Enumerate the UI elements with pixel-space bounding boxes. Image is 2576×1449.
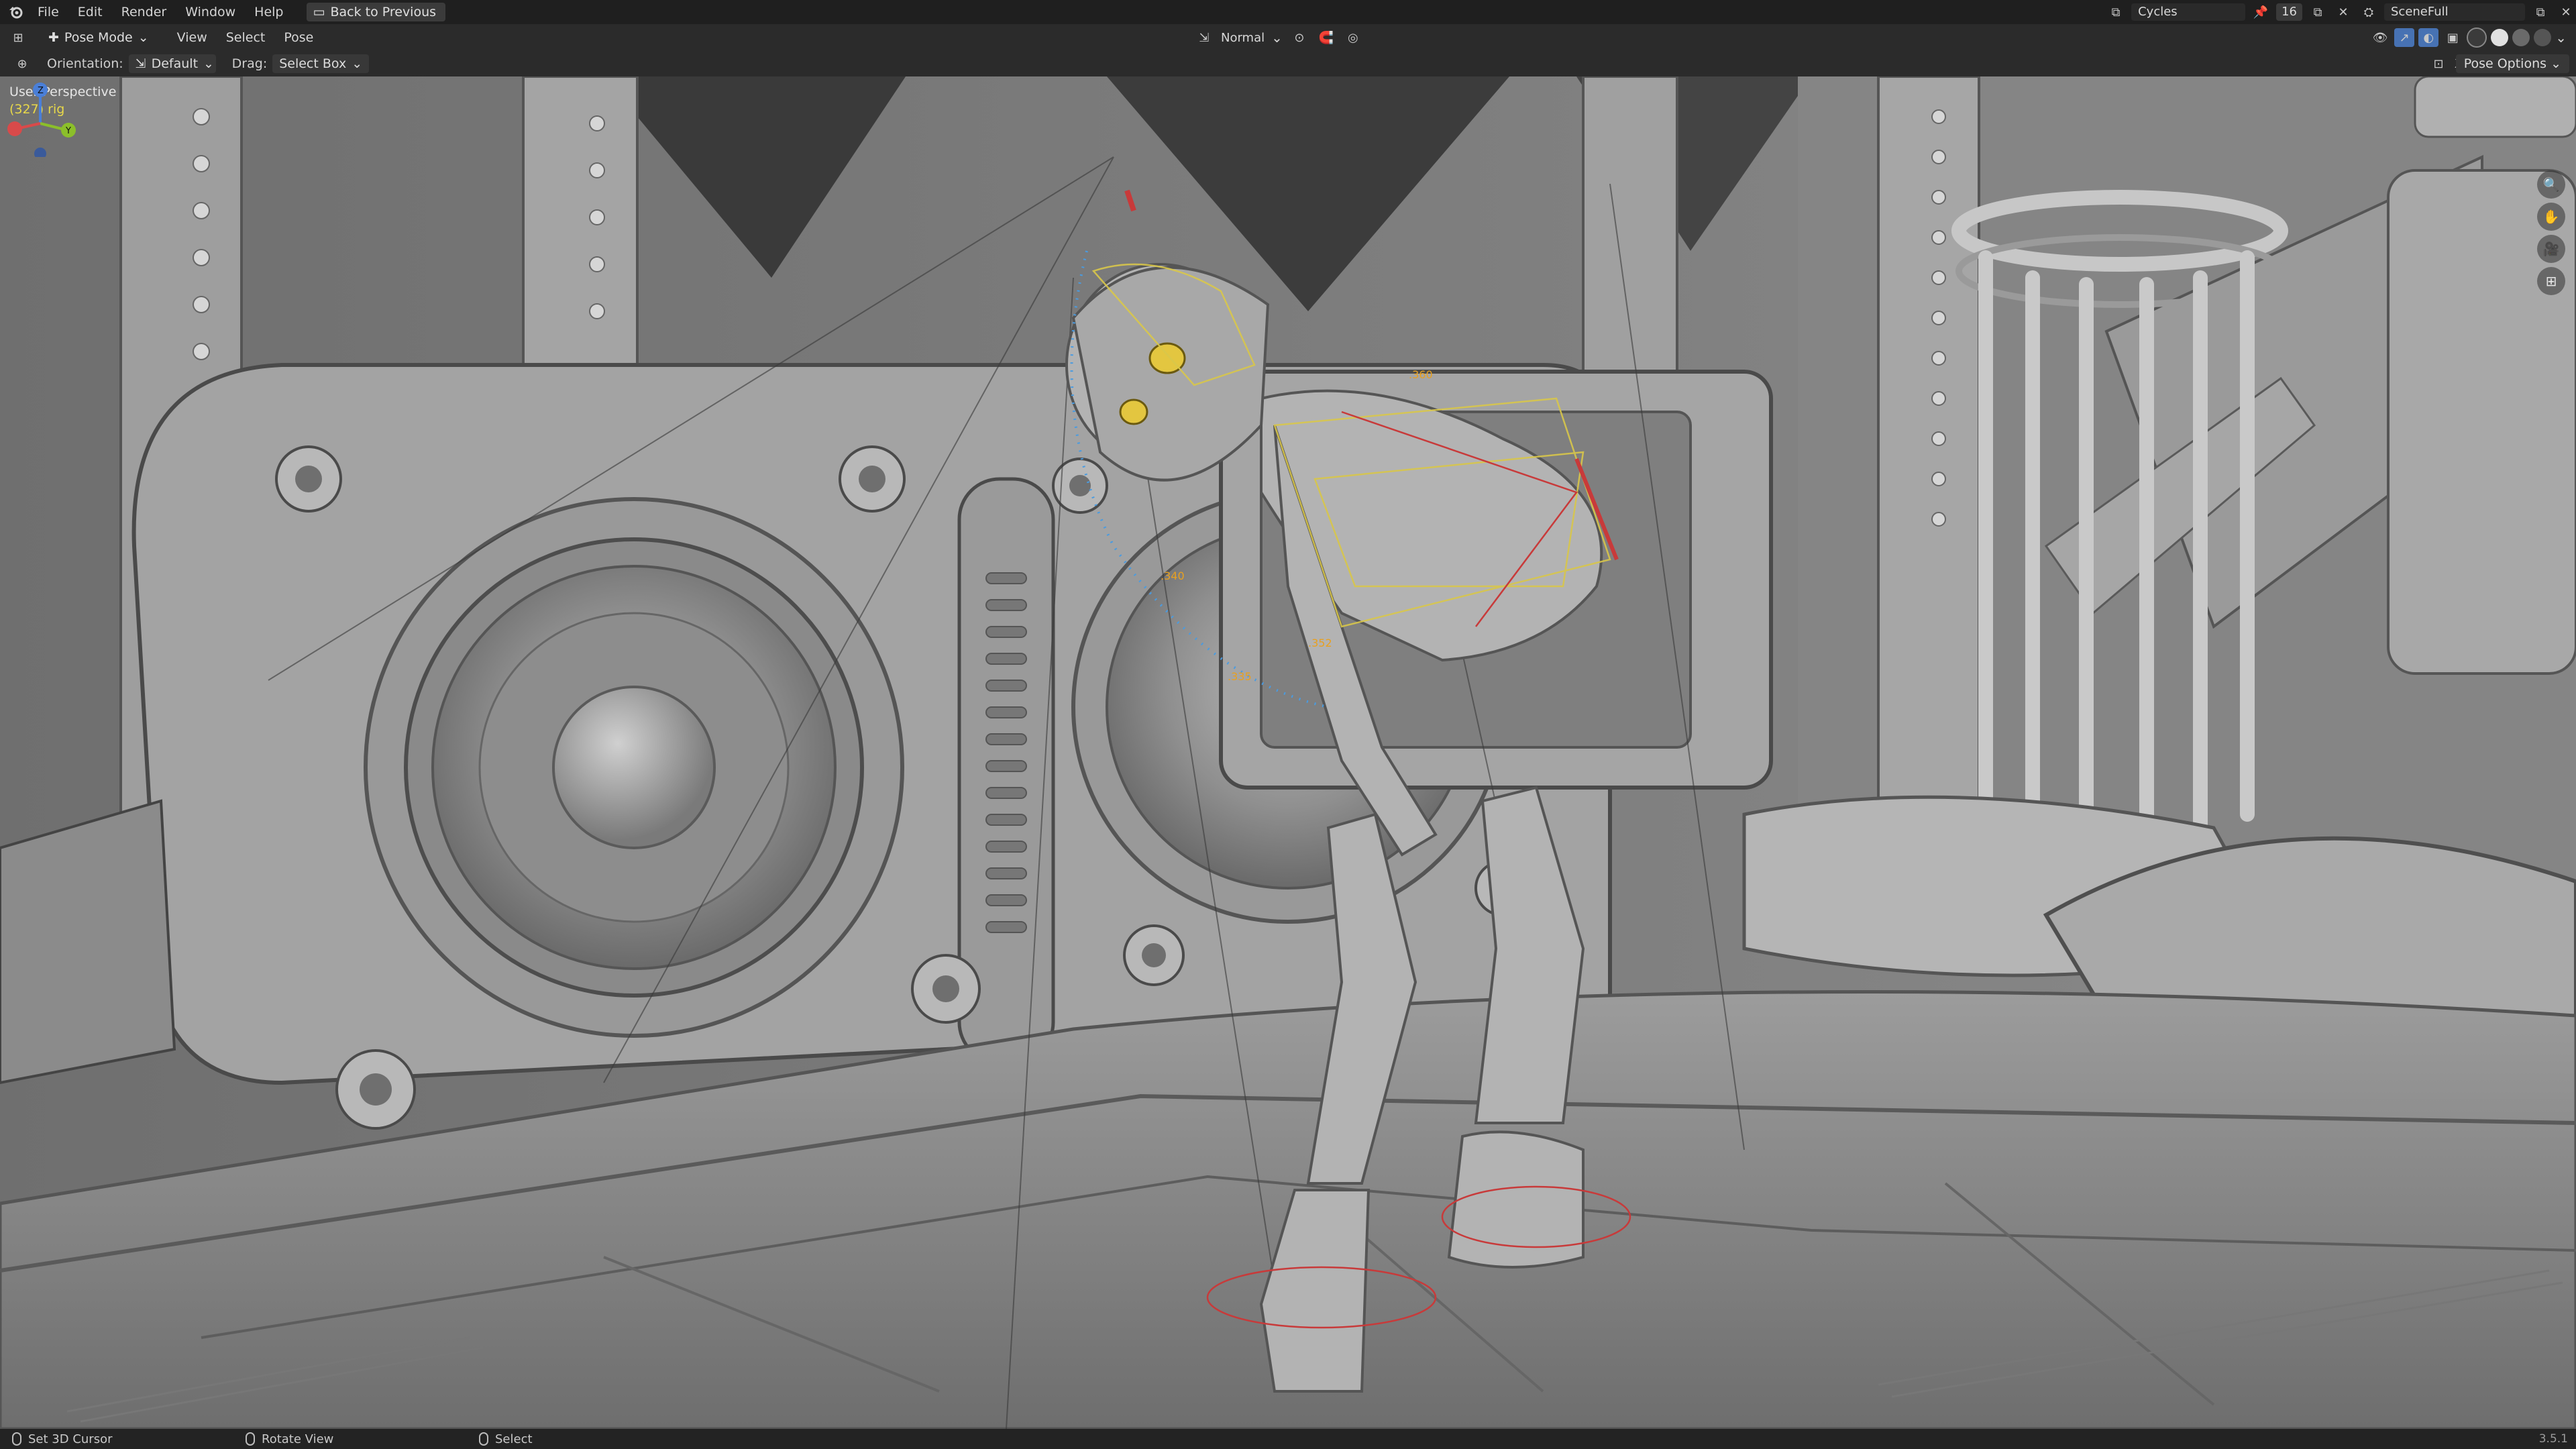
pan-icon[interactable]: ✋ [2537, 203, 2565, 231]
blender-logo-icon[interactable] [4, 0, 28, 24]
viewport-shading-rendered-icon[interactable] [2534, 29, 2552, 46]
top-bar: File Edit Render Window Help ▭ Back to P… [0, 0, 2576, 24]
transform-orientation-icon[interactable]: ⇲ [1194, 28, 1214, 47]
svg-text:.335: .335 [1228, 670, 1252, 683]
mouse-right-icon [479, 1432, 488, 1446]
camera-icon[interactable]: 🎥 [2537, 235, 2565, 263]
svg-text:.352: .352 [1308, 637, 1332, 649]
chevron-down-icon: ⌄ [1271, 30, 1283, 46]
tool-icon[interactable]: ⊕ [12, 54, 32, 73]
menu-view[interactable]: View [168, 30, 217, 45]
nav-gizmo[interactable]: Z Y [0, 76, 80, 157]
visibility-icon[interactable]: 👁 [2370, 28, 2390, 47]
close-icon[interactable]: ✕ [2333, 3, 2353, 21]
chevron-down-icon: ⌄ [352, 56, 363, 71]
3d-viewport[interactable]: .340.335.352.360 User Perspective (327) … [0, 76, 2576, 1429]
tool-settings-toggle-icon[interactable]: ⊡ [2428, 54, 2449, 73]
viewport-shading-wireframe-icon[interactable] [2467, 28, 2487, 48]
menu-select[interactable]: Select [217, 30, 275, 45]
viewport-shading-solid-icon[interactable] [2491, 29, 2509, 46]
drag-value: Select Box [279, 56, 347, 71]
drag-dropdown[interactable]: Select Box ⌄ [272, 54, 370, 73]
chevron-down-icon: ⌄ [203, 56, 214, 71]
new-scene-icon[interactable]: ⧉ [2530, 3, 2551, 21]
delete-scene-icon[interactable]: ✕ [2556, 3, 2576, 21]
xray-icon[interactable]: ▣ [2443, 28, 2463, 47]
transform-pivot-icon[interactable]: ⊙ [1289, 28, 1309, 47]
back-to-previous-label: Back to Previous [330, 5, 437, 19]
scene-icon[interactable]: ⛭ [2359, 3, 2379, 21]
svg-text:Y: Y [65, 126, 71, 136]
overlay-toggle-icon[interactable]: ◐ [2418, 28, 2439, 47]
transform-orientation-select[interactable]: Normal [1221, 31, 1265, 45]
zoom-icon[interactable]: 🔍 [2537, 170, 2565, 199]
status-select: Select [479, 1432, 700, 1446]
pose-options-dropdown[interactable]: Pose Options ⌄ [2455, 54, 2569, 73]
chevron-down-icon[interactable]: ⌄ [2555, 30, 2567, 46]
svg-text:.360: .360 [1409, 368, 1433, 381]
chevron-down-icon: ⌄ [138, 30, 149, 45]
center-tools: ⇲ Normal ⌄ ⊙ 🧲 ◎ [1194, 24, 1363, 51]
menu-file[interactable]: File [28, 0, 68, 24]
menu-pose[interactable]: Pose [274, 30, 323, 45]
menu-render[interactable]: Render [112, 0, 176, 24]
gizmo-toggle-icon[interactable]: ↗ [2394, 28, 2415, 47]
status-label: Rotate View [262, 1432, 334, 1446]
status-set-3d-cursor: Set 3D Cursor [12, 1432, 233, 1446]
render-engine-icon[interactable]: ⧉ [2106, 3, 2126, 21]
status-rotate-view: Rotate View [246, 1432, 467, 1446]
screen-icon: ▭ [313, 5, 325, 19]
tool-settings-bar: ⊕ Orientation: ⇲ Default ⌄ Drag: Select … [0, 51, 2576, 77]
viewport-shading-material-icon[interactable] [2512, 29, 2530, 46]
proportional-edit-icon[interactable]: ◎ [1343, 28, 1363, 47]
pin-icon[interactable]: 📌 [2251, 3, 2271, 21]
mode-select[interactable]: ✚ Pose Mode ⌄ [42, 28, 156, 48]
mouse-middle-icon [246, 1432, 255, 1446]
orientation-value: Default [151, 56, 199, 71]
top-bar-right: ⧉ Cycles 📌 16 ⧉ ✕ ⛭ SceneFull ⧉ ✕ [2106, 0, 2576, 24]
menu-window[interactable]: Window [176, 0, 245, 24]
render-engine-select[interactable]: Cycles [2131, 3, 2246, 21]
mode-label: Pose Mode [64, 30, 133, 45]
count-field[interactable]: 16 [2276, 3, 2302, 21]
orientation-icon: ⇲ [135, 56, 146, 71]
viewport-header: ⊞ ✚ Pose Mode ⌄ View Select Pose ⇲ Norma… [0, 24, 2576, 51]
pose-options-label: Pose Options [2463, 56, 2547, 71]
svg-text:.340: .340 [1161, 570, 1185, 582]
scene-render: .340 .335 .352 .360 [0, 76, 2576, 1429]
status-label: Set 3D Cursor [28, 1432, 113, 1446]
copy-icon[interactable]: ⧉ [2308, 3, 2328, 21]
grid-icon[interactable]: ⊞ [2537, 267, 2565, 295]
menu-help[interactable]: Help [245, 0, 292, 24]
status-bar: Set 3D Cursor Rotate View Select 3.5.1 [0, 1429, 2576, 1449]
status-label: Select [495, 1432, 533, 1446]
svg-text:Z: Z [38, 86, 44, 96]
snap-icon[interactable]: 🧲 [1316, 28, 1336, 47]
menu-edit[interactable]: Edit [68, 0, 112, 24]
editor-type-icon[interactable]: ⊞ [8, 28, 28, 47]
mouse-left-icon [12, 1432, 21, 1446]
right-tools: 👁 ↗ ◐ ▣ ⌄ [2370, 24, 2567, 51]
orientation-label: Orientation: [47, 56, 123, 71]
back-to-previous-button[interactable]: ▭ Back to Previous [306, 3, 446, 21]
version-label: 3.5.1 [2538, 1432, 2568, 1446]
orientation-dropdown[interactable]: ⇲ Default ⌄ [128, 54, 216, 73]
scene-select[interactable]: SceneFull [2384, 3, 2525, 21]
drag-label: Drag: [231, 56, 268, 71]
pose-mode-icon: ✚ [48, 30, 59, 45]
